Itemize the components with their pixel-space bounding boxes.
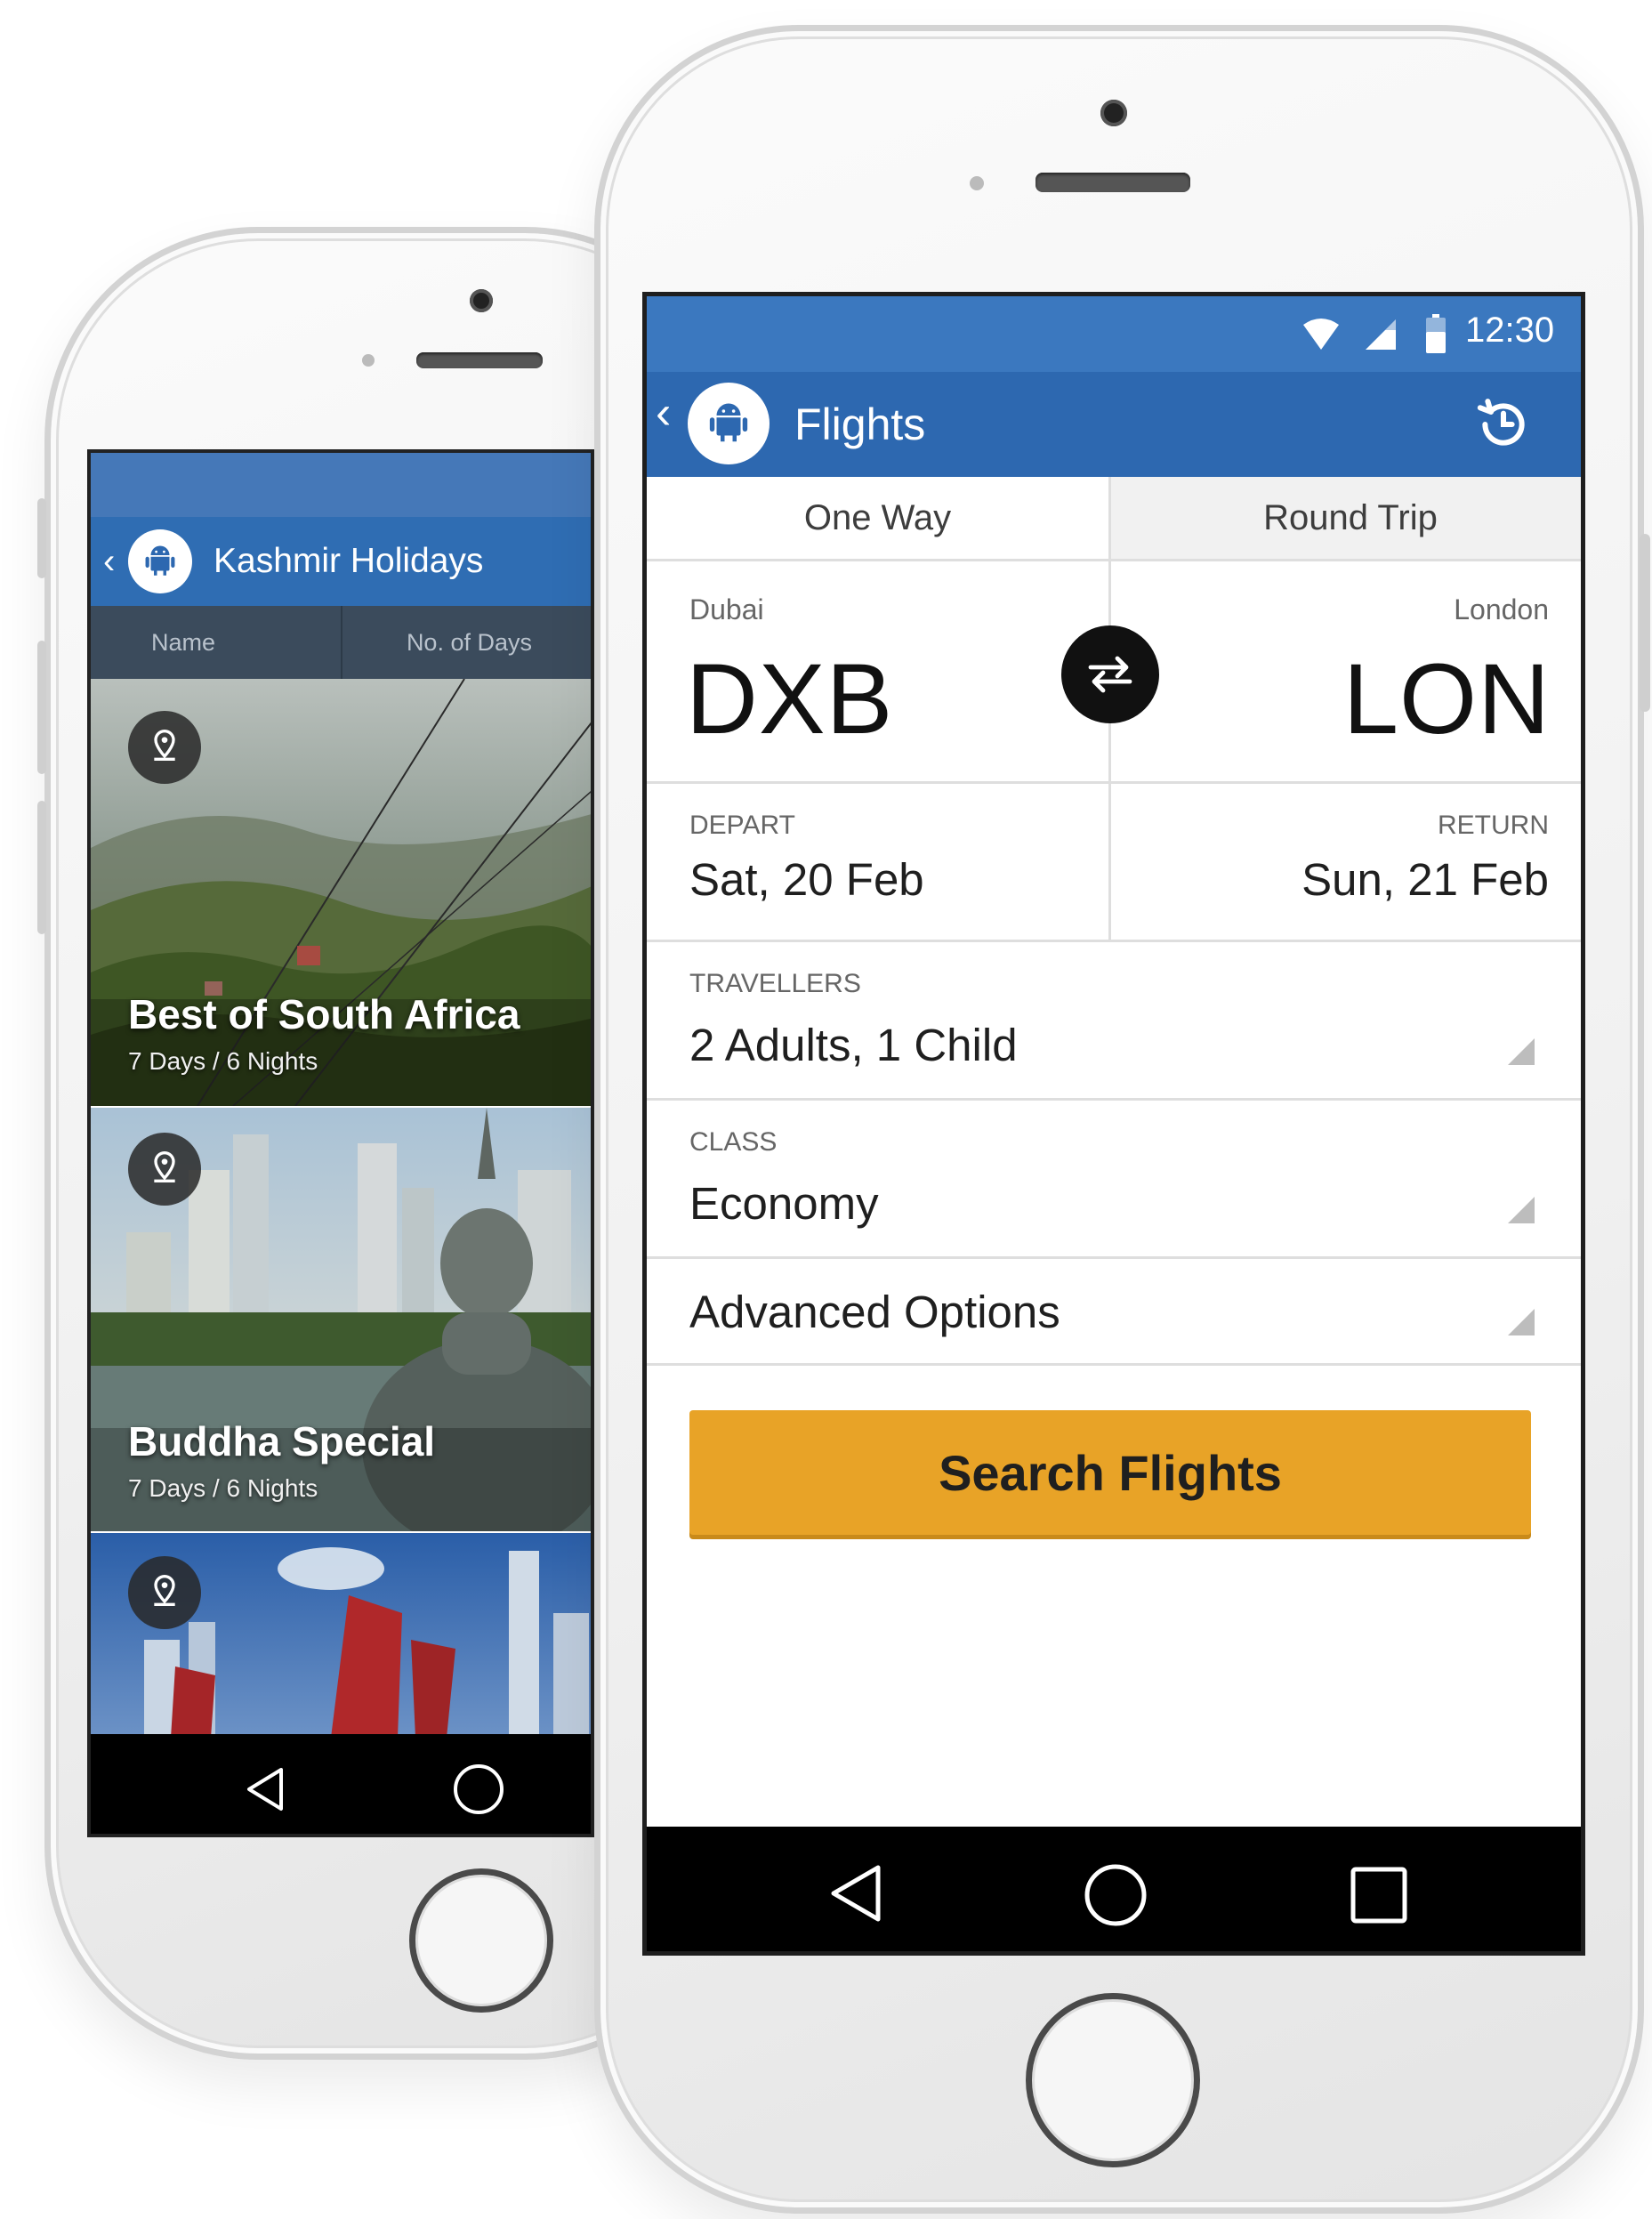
signal-icon xyxy=(1366,319,1396,350)
back-phone-volume-button xyxy=(37,498,46,578)
front-phone-camera xyxy=(1100,100,1127,126)
origin-city: Dubai xyxy=(689,593,764,625)
destination-city: London xyxy=(1454,593,1549,625)
back-phone-camera xyxy=(470,289,493,312)
navigation-bar xyxy=(91,1734,591,1834)
origin-code: DXB xyxy=(686,643,894,754)
depart-value: Sat, 20 Feb xyxy=(689,854,924,905)
package-card[interactable]: Buddha Special 7 Days / 6 Nights xyxy=(91,1108,591,1531)
nav-recents-icon[interactable] xyxy=(1350,1866,1408,1924)
package-duration: 7 Days / 6 Nights xyxy=(128,1474,318,1502)
nav-back-icon[interactable] xyxy=(825,1862,887,1924)
dropdown-triangle-icon xyxy=(1508,1038,1535,1065)
travellers-selector[interactable]: TRAVELLERS 2 Adults, 1 Child xyxy=(647,942,1581,1101)
travellers-value: 2 Adults, 1 Child xyxy=(689,1020,1018,1070)
depart-label: DEPART xyxy=(689,811,795,840)
back-phone-screen: ‹ Kashmir Holidays Name No. of Days Best… xyxy=(87,449,594,1837)
package-duration: 7 Days / 6 Nights xyxy=(128,1047,318,1075)
back-arrow-icon[interactable]: ‹ xyxy=(103,542,125,582)
status-time: 12:30 xyxy=(1465,311,1555,350)
tab-no-of-days[interactable]: No. of Days xyxy=(342,606,591,679)
back-phone-speaker xyxy=(416,352,543,368)
history-icon[interactable] xyxy=(1474,395,1533,454)
package-title: Buddha Special xyxy=(128,1418,436,1465)
depart-date-field[interactable]: DEPART Sat, 20 Feb xyxy=(647,784,1111,942)
advanced-options-selector[interactable]: Advanced Options xyxy=(647,1259,1581,1366)
destination-code: LON xyxy=(1342,643,1551,754)
tab-name[interactable]: Name xyxy=(91,606,342,679)
class-value: Economy xyxy=(689,1178,879,1229)
sort-tabs: Name No. of Days xyxy=(91,606,591,679)
back-phone-volume-button xyxy=(37,801,46,934)
package-title: Best of South Africa xyxy=(128,991,520,1037)
android-logo-icon xyxy=(128,529,192,593)
class-selector[interactable]: CLASS Economy xyxy=(647,1101,1581,1259)
swap-arrows-icon xyxy=(1088,656,1132,693)
front-phone-screen: 12:30 ‹ Flights One Way Round Trip Dubai… xyxy=(642,292,1585,1956)
nav-home-icon[interactable] xyxy=(1083,1862,1148,1928)
android-logo-icon xyxy=(688,383,770,464)
nav-back-icon[interactable] xyxy=(240,1764,290,1814)
return-date-field[interactable]: RETURN Sun, 21 Feb xyxy=(1111,784,1581,942)
front-phone-speaker xyxy=(1036,173,1190,192)
toolbar-title: Kashmir Holidays xyxy=(214,542,484,580)
front-phone-power-button xyxy=(1640,534,1650,712)
dropdown-triangle-icon xyxy=(1508,1309,1535,1335)
tab-round-trip[interactable]: Round Trip xyxy=(1111,477,1581,561)
location-pin-icon xyxy=(128,1556,201,1629)
status-bar xyxy=(91,453,591,517)
location-pin-icon xyxy=(128,711,201,784)
return-label: RETURN xyxy=(1438,811,1549,840)
search-flights-button[interactable]: Search Flights xyxy=(689,1410,1531,1535)
toolbar: ‹ Kashmir Holidays xyxy=(91,517,591,606)
package-card[interactable]: Best of South Africa 7 Days / 6 Nights xyxy=(91,679,591,1106)
package-card[interactable] xyxy=(91,1533,591,1738)
battery-icon xyxy=(1426,314,1446,353)
navigation-bar xyxy=(647,1827,1581,1951)
class-label: CLASS xyxy=(689,1127,778,1157)
front-phone-home-button[interactable] xyxy=(1026,1993,1200,2167)
advanced-options-label: Advanced Options xyxy=(689,1287,1060,1337)
wifi-icon xyxy=(1303,319,1339,350)
status-bar: 12:30 xyxy=(647,296,1581,372)
swap-button[interactable] xyxy=(1061,625,1159,723)
travellers-label: TRAVELLERS xyxy=(689,969,861,998)
location-pin-icon xyxy=(128,1133,201,1206)
back-arrow-icon[interactable]: ‹ xyxy=(656,386,671,440)
destination-field[interactable]: London LON xyxy=(1111,561,1581,784)
dropdown-triangle-icon xyxy=(1508,1197,1535,1223)
front-phone-sensor xyxy=(970,176,984,190)
toolbar: ‹ Flights xyxy=(647,372,1581,477)
nav-home-icon[interactable] xyxy=(452,1763,505,1816)
back-phone-volume-button xyxy=(37,641,46,774)
back-phone-home-button[interactable] xyxy=(409,1868,553,2013)
return-value: Sun, 21 Feb xyxy=(1301,854,1549,905)
toolbar-title: Flights xyxy=(794,399,926,449)
tab-one-way[interactable]: One Way xyxy=(647,477,1111,561)
back-phone-sensor xyxy=(362,354,375,367)
origin-field[interactable]: Dubai DXB xyxy=(647,561,1111,784)
